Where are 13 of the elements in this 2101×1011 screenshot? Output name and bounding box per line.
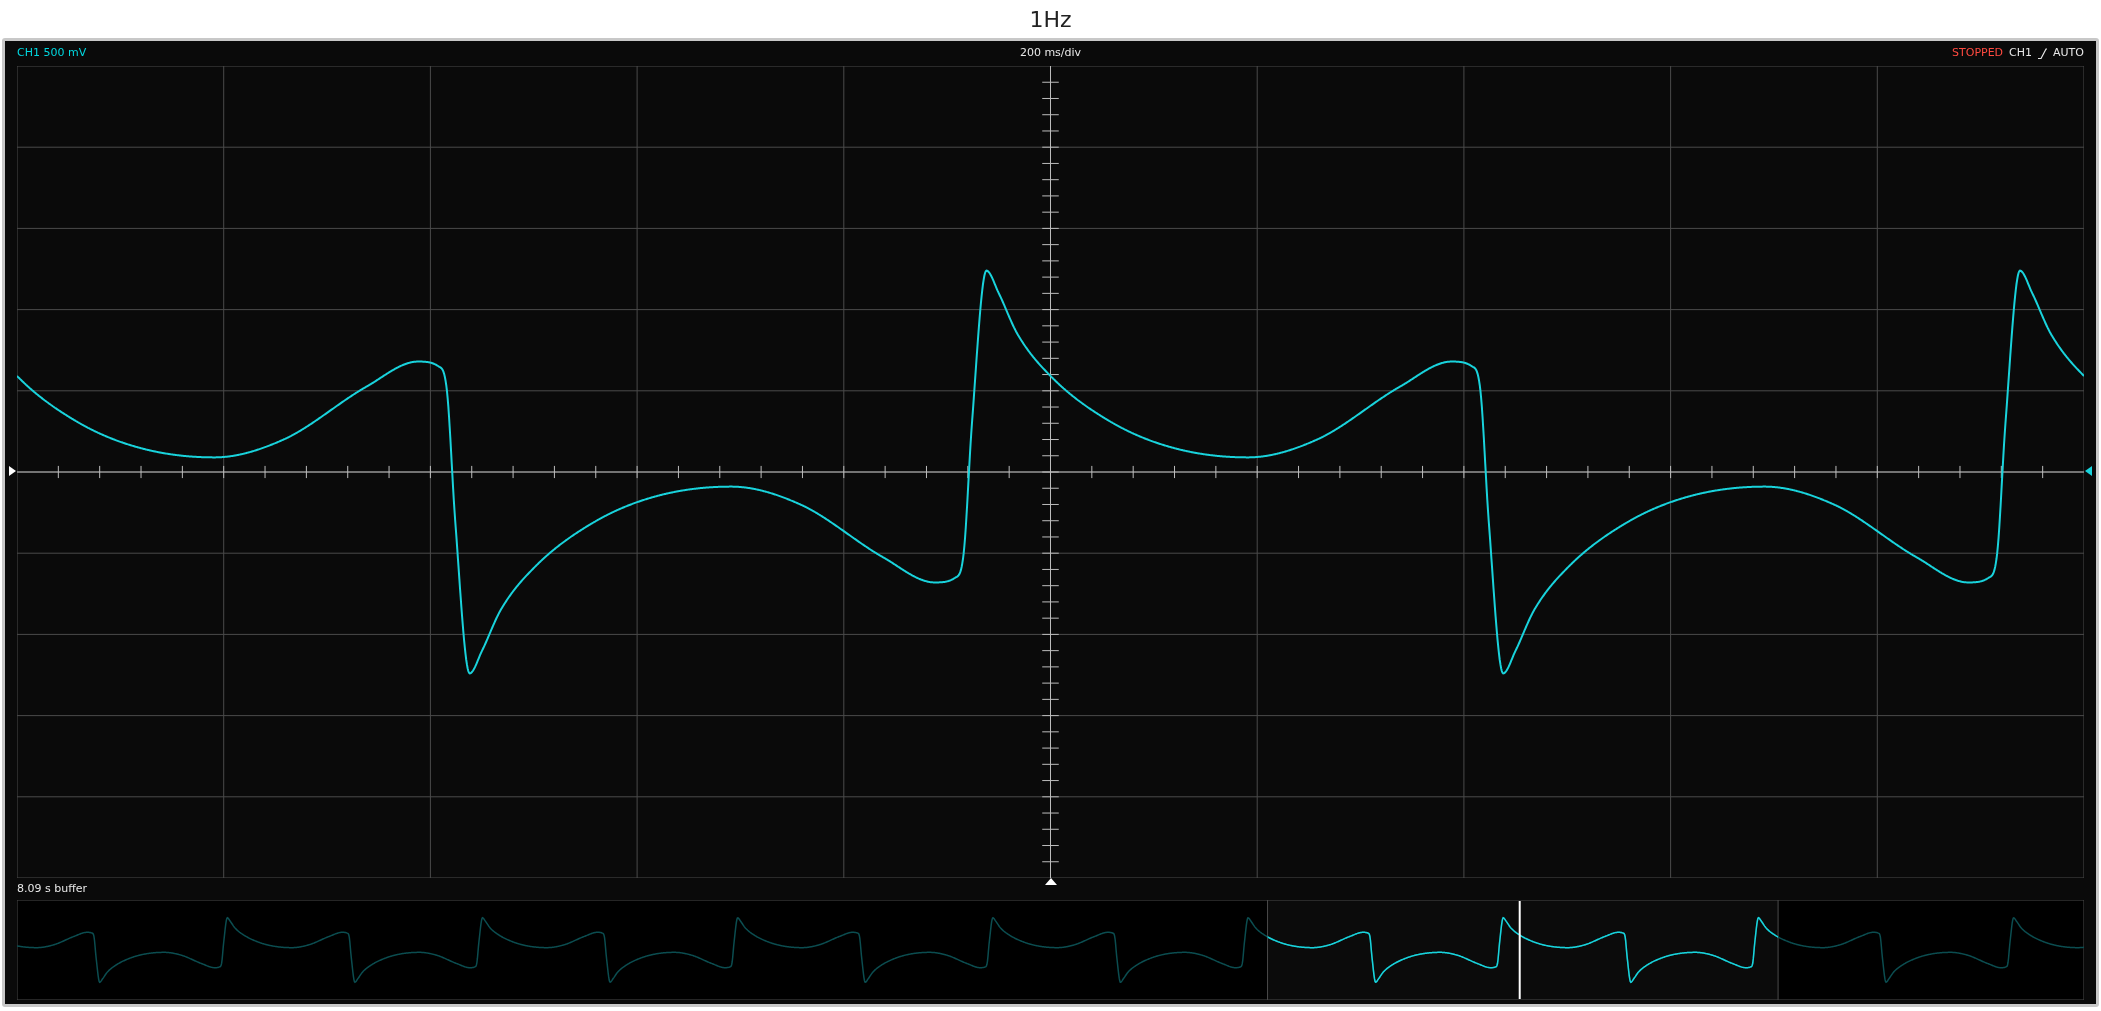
ground-marker-icon	[9, 466, 16, 476]
trigger-mode: AUTO	[2053, 45, 2084, 62]
trigger-cursor[interactable]	[1518, 900, 1521, 1000]
timebase: 200 ms/div	[1019, 45, 1082, 62]
buffer-length: 8.09 s buffer	[17, 880, 88, 897]
window-title: 1Hz	[1029, 5, 1072, 34]
trigger-channel: CH1	[2009, 45, 2033, 62]
trigger-level-marker-icon	[2085, 466, 2092, 476]
trigger-position-marker-icon	[1044, 878, 1057, 885]
view-window[interactable]	[1267, 900, 1779, 1000]
channel-scale: CH1 500 mV	[17, 45, 87, 62]
rising-edge-icon	[2038, 48, 2048, 59]
acquisition-status: STOPPED	[1952, 45, 2004, 62]
